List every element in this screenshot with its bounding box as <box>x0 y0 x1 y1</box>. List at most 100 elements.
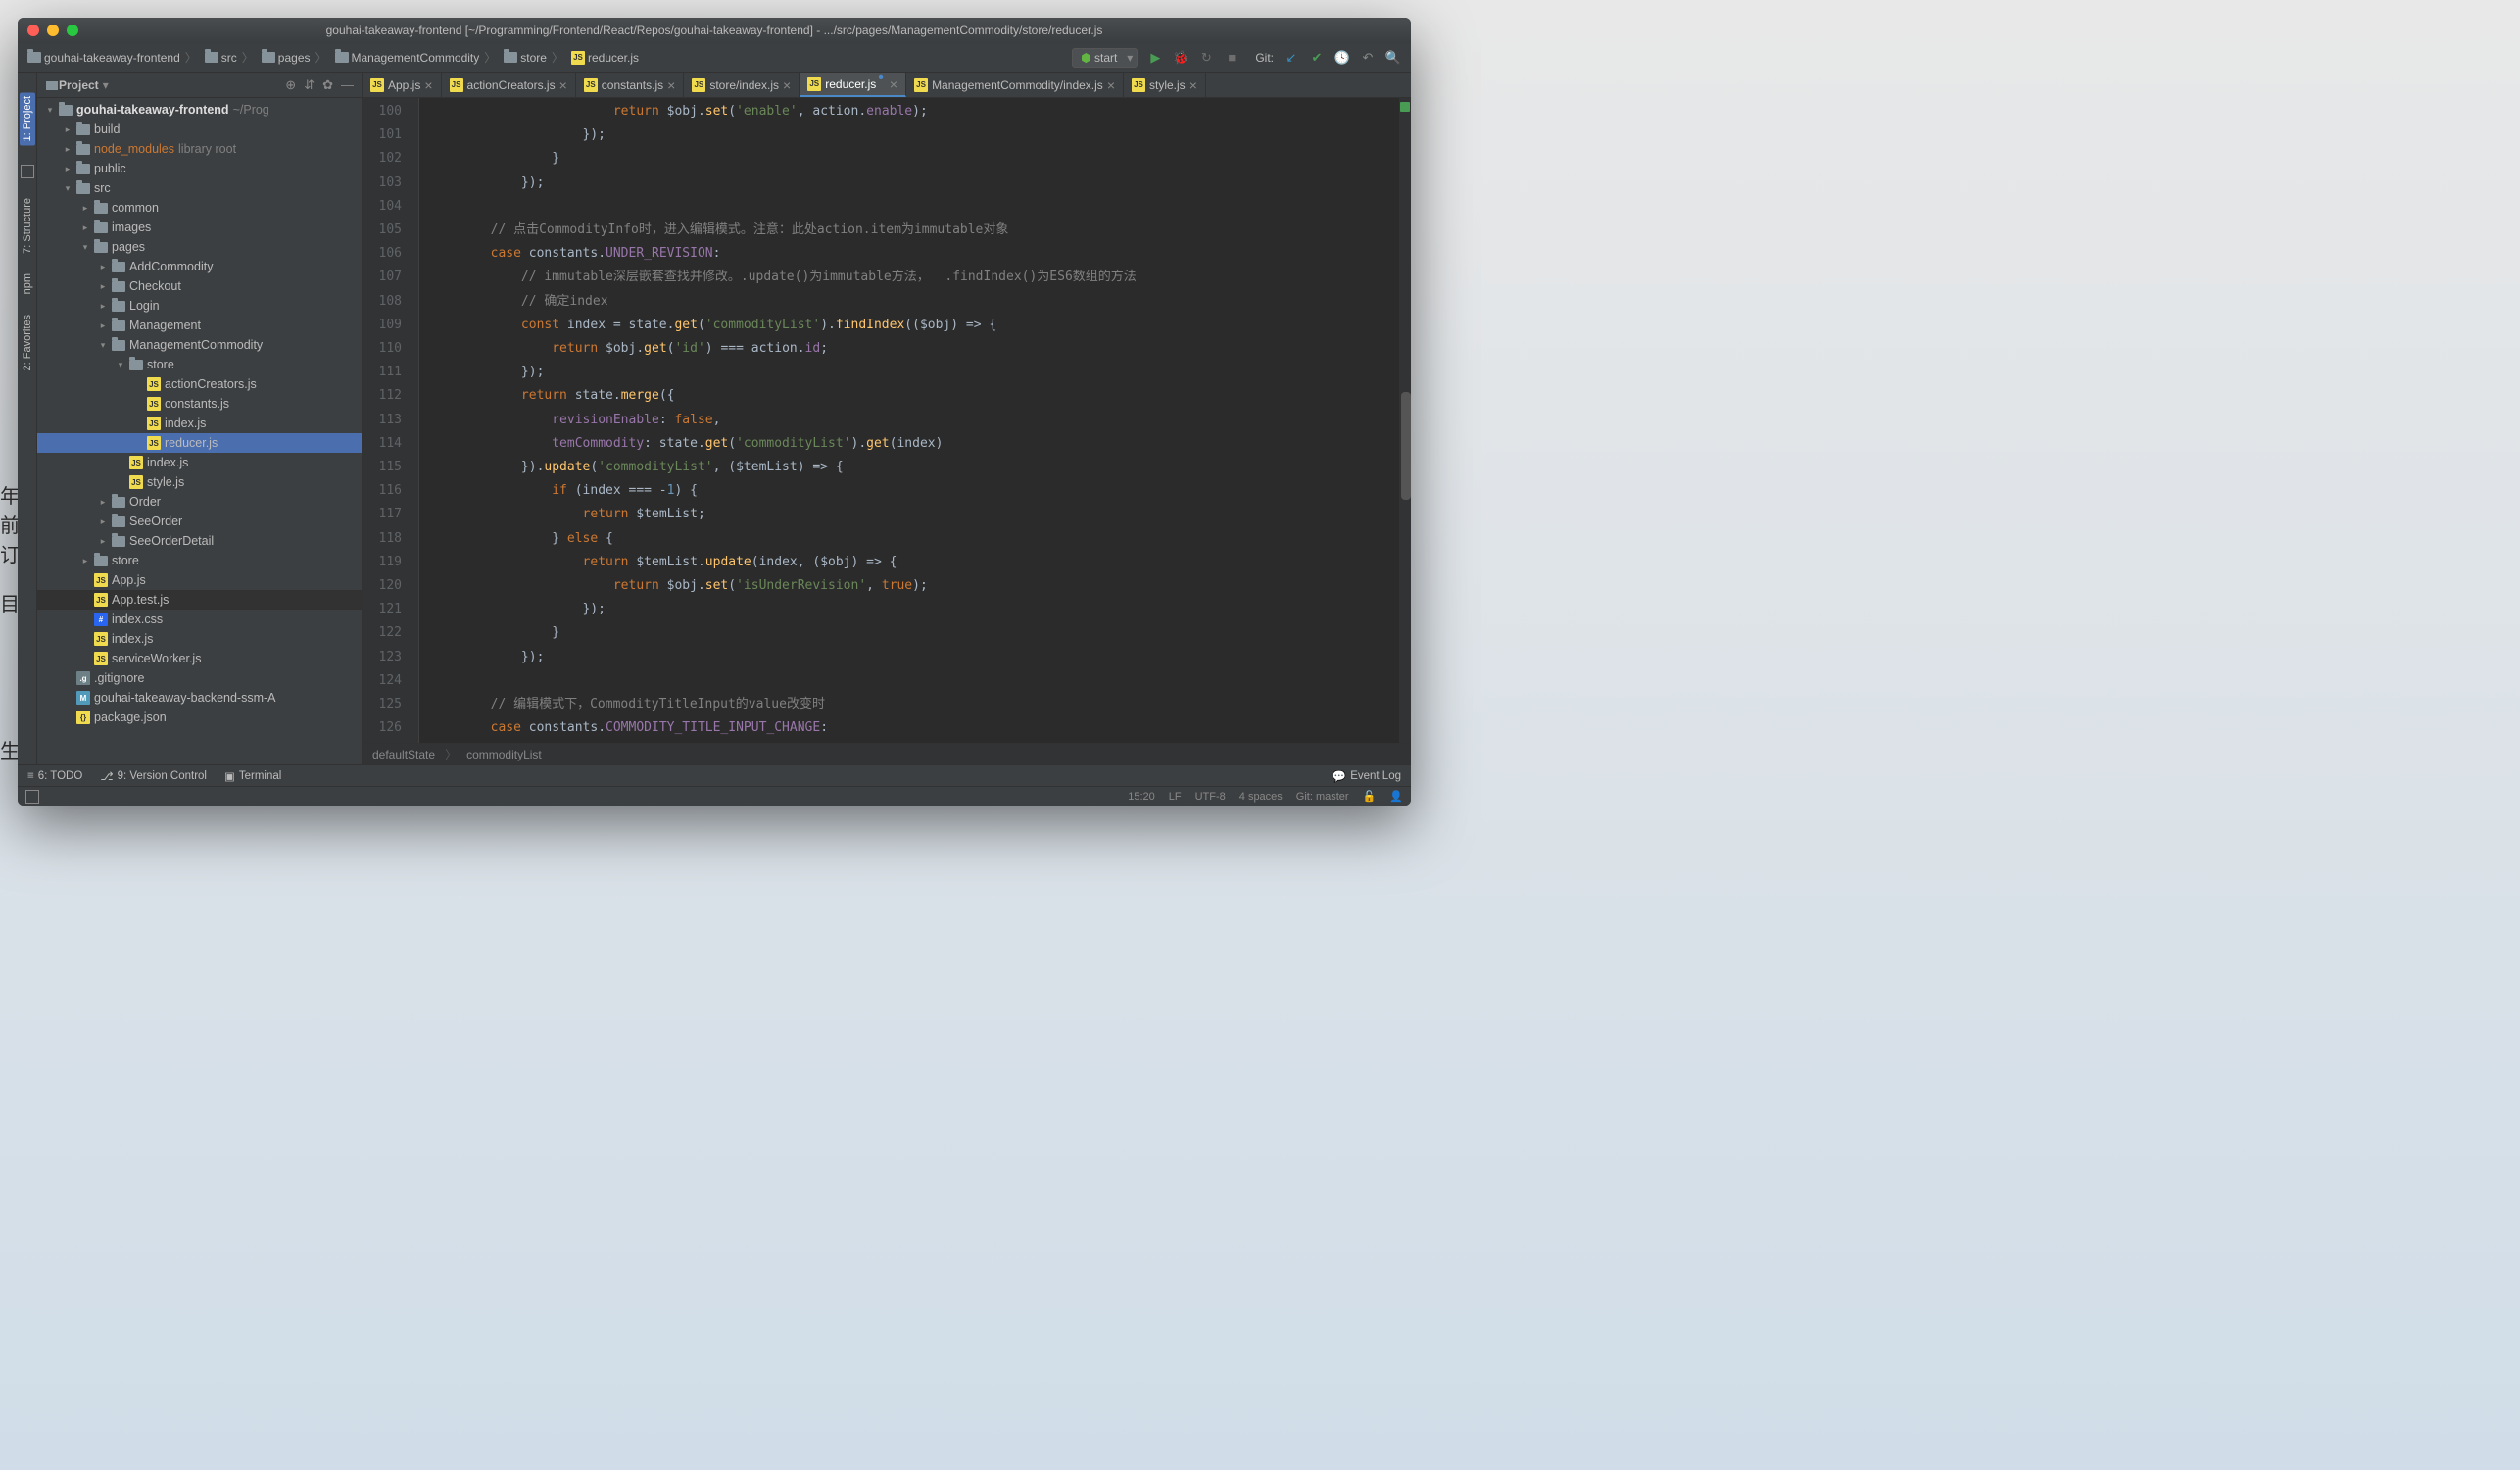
tree-item[interactable]: JSactionCreators.js <box>37 374 362 394</box>
git-branch[interactable]: Git: master <box>1296 791 1349 803</box>
editor-tab[interactable]: JSApp.js× <box>363 73 442 97</box>
tree-item[interactable]: JSApp.js <box>37 570 362 590</box>
tree-item[interactable]: ▸Login <box>37 296 362 316</box>
stop-button[interactable]: ■ <box>1224 50 1239 66</box>
tree-item[interactable]: ▸store <box>37 551 362 570</box>
close-icon[interactable]: × <box>559 77 567 93</box>
collapse-icon[interactable] <box>21 165 34 178</box>
tree-item[interactable]: ▸AddCommodity <box>37 257 362 276</box>
fold-gutter[interactable] <box>408 98 419 743</box>
tree-item[interactable]: Mgouhai-takeaway-backend-ssm-A <box>37 688 362 708</box>
breadcrumb-item[interactable]: store〉 <box>504 49 565 66</box>
editor-tabs: JSApp.js×JSactionCreators.js×JSconstants… <box>363 73 1411 98</box>
tree-item[interactable]: ▸SeeOrder <box>37 512 362 531</box>
breadcrumb-item[interactable]: src〉 <box>205 49 256 66</box>
editor-tab[interactable]: JSstyle.js× <box>1124 73 1206 97</box>
tree-item[interactable]: ▸images <box>37 218 362 237</box>
tree-item[interactable]: ▸Management <box>37 316 362 335</box>
editor-tab[interactable]: JSManagementCommodity/index.js× <box>906 73 1124 97</box>
tree-item[interactable]: JSstyle.js <box>37 472 362 492</box>
vcs-revert-button[interactable]: ↶ <box>1360 50 1376 66</box>
breadcrumb-item[interactable]: ManagementCommodity〉 <box>335 49 499 66</box>
tree-item[interactable]: ▸node_modules library root <box>37 139 362 159</box>
readonly-lock-icon[interactable]: 🔓 <box>1363 790 1377 803</box>
tool-structure-tab[interactable]: 7: Structure <box>22 198 33 254</box>
tree-item[interactable]: ▸public <box>37 159 362 178</box>
tree-item[interactable]: JSindex.js <box>37 629 362 649</box>
breadcrumb-scope[interactable]: commodityList <box>466 748 542 761</box>
file-encoding[interactable]: UTF-8 <box>1195 791 1226 803</box>
js-file-icon: JS <box>94 652 108 665</box>
toolwindow-toggle-icon[interactable] <box>25 790 39 804</box>
breadcrumb-root[interactable]: gouhai-takeaway-frontend〉 <box>27 49 199 66</box>
vcs-history-button[interactable]: 🕓 <box>1334 50 1350 66</box>
run-config-selector[interactable]: ⬢ start <box>1072 48 1138 68</box>
run-button[interactable]: ▶ <box>1147 50 1163 66</box>
editor-tab[interactable]: JSstore/index.js× <box>684 73 800 97</box>
error-stripe[interactable] <box>1399 98 1411 743</box>
locate-button[interactable]: ⊕ <box>285 77 296 93</box>
tree-item[interactable]: JSindex.js <box>37 453 362 472</box>
maximize-window-button[interactable] <box>67 24 78 36</box>
close-icon[interactable]: × <box>424 77 432 93</box>
scrollbar-thumb[interactable] <box>1401 392 1411 500</box>
tree-item[interactable]: {}package.json <box>37 708 362 727</box>
vcs-commit-button[interactable]: ✔ <box>1309 50 1325 66</box>
close-icon[interactable]: × <box>1107 77 1115 93</box>
caret-position[interactable]: 15:20 <box>1128 791 1155 803</box>
minimize-window-button[interactable] <box>47 24 59 36</box>
breadcrumb-scope[interactable]: defaultState <box>372 748 435 761</box>
search-everywhere-button[interactable]: 🔍 <box>1385 50 1401 66</box>
tree-item[interactable]: JSindex.js <box>37 414 362 433</box>
tree-item[interactable]: JSserviceWorker.js <box>37 649 362 668</box>
tool-favorites-tab[interactable]: 2: Favorites <box>22 315 33 370</box>
tree-item[interactable]: ▸Checkout <box>37 276 362 296</box>
sidebar-title[interactable]: Project <box>59 78 99 92</box>
tree-item[interactable]: ▾pages <box>37 237 362 257</box>
vcs-update-button[interactable]: ↙ <box>1284 50 1299 66</box>
tree-item[interactable]: ▸Order <box>37 492 362 512</box>
breadcrumb-item[interactable]: pages〉 <box>262 49 329 66</box>
tree-item[interactable]: JSreducer.js <box>37 433 362 453</box>
expand-button[interactable]: ⇵ <box>304 77 315 93</box>
editor-tab[interactable]: JSconstants.js× <box>576 73 685 97</box>
tool-project-tab[interactable]: 1: Project <box>20 92 35 145</box>
close-icon[interactable]: × <box>1189 77 1197 93</box>
project-tree[interactable]: ▾gouhai-takeaway-frontend ~/Prog▸build▸n… <box>37 98 362 764</box>
hector-icon[interactable]: 👤 <box>1389 790 1403 803</box>
hide-button[interactable]: — <box>341 77 354 93</box>
tree-item[interactable]: JSconstants.js <box>37 394 362 414</box>
tool-npm-tab[interactable]: npm <box>22 273 33 294</box>
tree-item[interactable]: ▾src <box>37 178 362 198</box>
js-file-icon: JS <box>129 456 143 469</box>
line-ending[interactable]: LF <box>1169 791 1182 803</box>
editor-tab[interactable]: JSreducer.js•× <box>800 73 906 97</box>
tool-todo[interactable]: ≡ 6: TODO <box>27 770 82 782</box>
tree-item[interactable]: #index.css <box>37 610 362 629</box>
folder-icon <box>205 52 218 63</box>
tool-vcs[interactable]: ⎇ 9: Version Control <box>100 769 207 783</box>
editor-tab[interactable]: JSactionCreators.js× <box>442 73 576 97</box>
tree-item[interactable]: ▾store <box>37 355 362 374</box>
tree-item[interactable]: .g.gitignore <box>37 668 362 688</box>
indent-setting[interactable]: 4 spaces <box>1239 791 1283 803</box>
settings-icon[interactable]: ✿ <box>322 77 333 93</box>
tool-eventlog[interactable]: 💬 Event Log <box>1333 769 1401 783</box>
tree-root[interactable]: ▾gouhai-takeaway-frontend ~/Prog <box>37 100 362 120</box>
close-icon[interactable]: × <box>890 76 897 92</box>
code-editor[interactable]: return $obj.set('enable', action.enable)… <box>419 98 1399 743</box>
window-titlebar: gouhai-takeaway-frontend [~/Programming/… <box>18 18 1411 43</box>
tree-item[interactable]: ▸SeeOrderDetail <box>37 531 362 551</box>
tree-item[interactable]: ▸build <box>37 120 362 139</box>
breadcrumb-file[interactable]: JSreducer.js <box>571 51 639 65</box>
tree-item[interactable]: ▾ManagementCommodity <box>37 335 362 355</box>
tool-terminal[interactable]: ▣ Terminal <box>224 769 281 783</box>
close-window-button[interactable] <box>27 24 39 36</box>
folder-icon <box>129 360 143 370</box>
debug-button[interactable]: 🐞 <box>1173 50 1188 66</box>
run-coverage-button[interactable]: ↻ <box>1198 50 1214 66</box>
tree-item[interactable]: ▸common <box>37 198 362 218</box>
tree-item[interactable]: JSApp.test.js <box>37 590 362 610</box>
close-icon[interactable]: × <box>783 77 791 93</box>
close-icon[interactable]: × <box>667 77 675 93</box>
